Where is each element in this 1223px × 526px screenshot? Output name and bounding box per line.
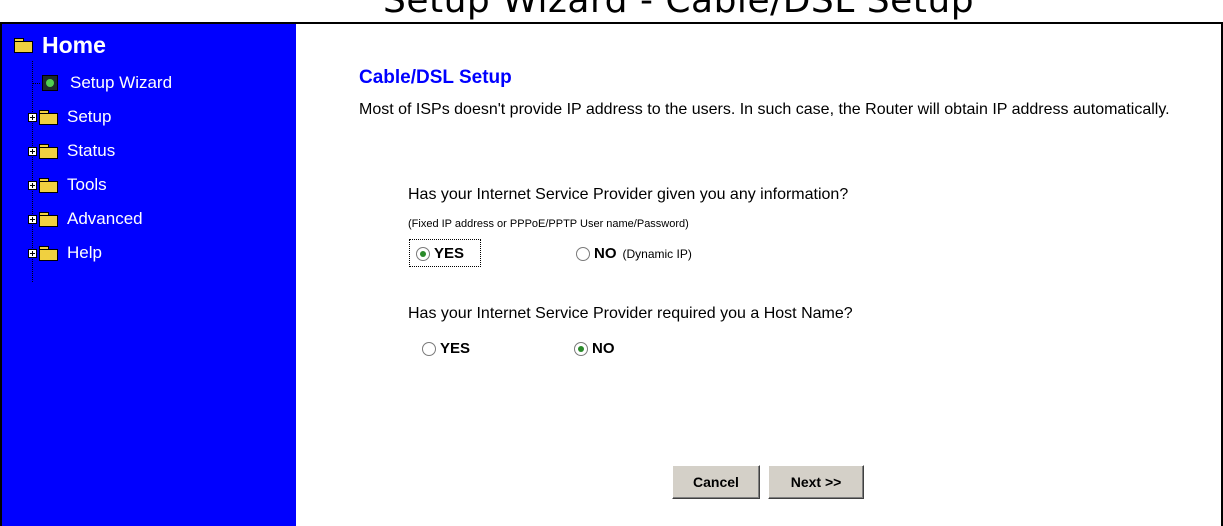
expand-plus-icon[interactable]	[28, 112, 37, 122]
folder-icon	[39, 246, 58, 261]
expand-plus-icon[interactable]	[28, 214, 37, 224]
isp-info-no-radio[interactable]: NO (Dynamic IP)	[576, 245, 692, 262]
sidebar-item-advanced[interactable]: Advanced	[28, 208, 143, 230]
sidebar-item-home[interactable]: Home	[14, 31, 106, 58]
expand-plus-icon[interactable]	[28, 146, 37, 156]
sidebar-item-label: Help	[67, 243, 102, 262]
radio-label: NO	[592, 340, 615, 357]
question-isp-info: Has your Internet Service Provider given…	[408, 186, 849, 203]
expand-plus-icon[interactable]	[28, 180, 37, 190]
open-folder-icon	[14, 38, 34, 53]
isp-info-yes-radio[interactable]: YES	[416, 245, 464, 262]
sidebar-item-setup[interactable]: Setup	[28, 106, 111, 128]
sidebar-item-label: Advanced	[67, 209, 143, 228]
folder-icon	[39, 144, 58, 159]
sidebar-item-label: Tools	[67, 175, 107, 194]
question-isp-info-hint: (Fixed IP address or PPPoE/PPTP User nam…	[408, 218, 689, 230]
sidebar-nav: Home Setup Wizard Setup Status Tools Adv…	[2, 24, 296, 526]
radio-checked-icon	[416, 246, 430, 261]
sidebar-item-label: Setup	[67, 107, 112, 126]
wizard-icon	[42, 75, 58, 91]
radio-label: NO	[594, 245, 617, 262]
tree-branch-line	[32, 82, 40, 84]
radio-label: YES	[434, 245, 465, 262]
sidebar-item-status[interactable]: Status	[28, 140, 115, 162]
folder-icon	[39, 178, 58, 193]
radio-unchecked-icon	[422, 341, 436, 356]
sidebar-item-tools[interactable]: Tools	[28, 174, 107, 196]
radio-sublabel: (Dynamic IP)	[622, 246, 692, 261]
sidebar-item-setup-wizard[interactable]: Setup Wizard	[32, 72, 172, 94]
question-host-name: Has your Internet Service Provider requi…	[408, 305, 853, 322]
radio-checked-icon	[574, 341, 588, 356]
sidebar-item-label: Setup Wizard	[70, 73, 173, 92]
top-title-cutoff: Setup Wizard - Cable/DSL Setup	[0, 0, 1223, 22]
intro-text: Most of ISPs doesn't provide IP address …	[359, 101, 1170, 118]
folder-icon	[39, 110, 58, 125]
sidebar-item-help[interactable]: Help	[28, 242, 102, 264]
main-content: Cable/DSL Setup Most of ISPs doesn't pro…	[296, 24, 1221, 526]
next-button[interactable]: Next >>	[768, 465, 864, 499]
folder-icon	[39, 212, 58, 227]
sidebar-item-label: Status	[67, 141, 116, 160]
host-name-yes-radio[interactable]: YES	[422, 340, 470, 357]
radio-unchecked-icon	[576, 246, 590, 261]
cancel-button[interactable]: Cancel	[672, 465, 760, 499]
expand-plus-icon[interactable]	[28, 248, 37, 258]
sidebar-item-label: Home	[42, 31, 106, 58]
cutoff-title-text: Setup Wizard - Cable/DSL Setup	[383, 0, 975, 21]
page-title: Cable/DSL Setup	[359, 67, 512, 88]
radio-label: YES	[440, 340, 471, 357]
host-name-no-radio[interactable]: NO	[574, 340, 615, 357]
